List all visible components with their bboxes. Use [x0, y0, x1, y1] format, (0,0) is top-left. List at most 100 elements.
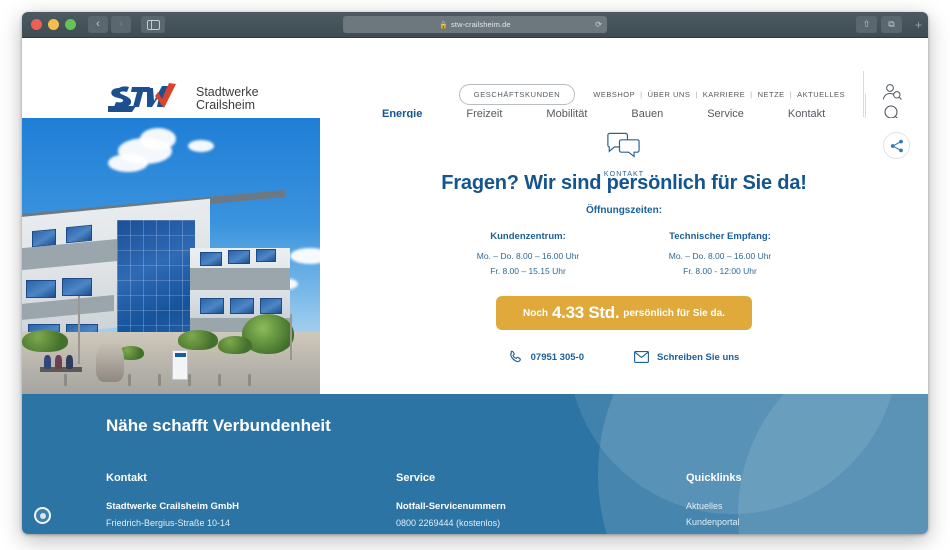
utility-link-aktuelles[interactable]: AKTUELLES [797, 90, 845, 99]
mail-link-label: Schreiben Sie uns [656, 351, 740, 363]
user-account-button[interactable] [882, 83, 902, 106]
utility-link-netze[interactable]: NETZE [758, 90, 785, 99]
footer-column-heading: Quicklinks [686, 472, 742, 484]
info-sign [172, 350, 188, 380]
cta-suffix: persönlich für Sie da. [623, 307, 725, 319]
window-pane [230, 298, 254, 314]
business-customers-button[interactable]: GESCHÄFTSKUNDEN [458, 83, 576, 105]
utility-links: WEBSHOP | ÜBER UNS | KARRIERE | NETZE | … [593, 90, 845, 99]
bollard-shape [188, 374, 191, 386]
share-button[interactable] [883, 132, 910, 159]
footer-column-service: Service Notfall-Servicenummern 0800 2269… [396, 472, 686, 531]
bollard-shape [218, 374, 221, 386]
phone-link[interactable]: 07951 305-0 [509, 350, 584, 364]
hero-content: KONTAKT Fragen? Wir sind persönlich für … [320, 118, 928, 394]
window-pane [200, 298, 224, 314]
hours-line: Fr. 8.00 - 12:00 Uhr [683, 266, 757, 276]
sidebar-icon [146, 19, 160, 30]
address-bar[interactable]: 🔒 stw-crailsheim.de ⟳ [343, 16, 607, 33]
bollard-shape [128, 374, 131, 386]
utility-separator: | [789, 89, 793, 99]
share-icon [890, 139, 903, 152]
user-icon [883, 83, 902, 100]
availability-cta-button[interactable]: Noch 4.33 Std. persönlich für Sie da. [496, 296, 752, 330]
company-address: Friedrich-Bergius-Straße 10-14 [106, 518, 231, 528]
hero-section: KONTAKT Fragen? Wir sind persönlich für … [22, 118, 928, 394]
company-name: Stadtwerke Crailsheim GmbH [106, 501, 240, 512]
utility-link-karriere[interactable]: KARRIERE [703, 90, 745, 99]
hours-title: Kundenzentrum: [490, 231, 566, 242]
page-viewport: Stadtwerke Crailsheim GESCHÄFTSKUNDEN WE… [22, 38, 928, 534]
hours-line: Fr. 8.00 – 15.15 Uhr [490, 266, 566, 276]
utility-separator: | [640, 89, 643, 99]
utility-separator: | [750, 89, 753, 99]
person-shape [66, 355, 73, 369]
forward-button[interactable]: › [111, 16, 131, 33]
site-footer: Nähe schafft Verbundenheit Kontakt Stadt… [22, 394, 928, 534]
mail-link[interactable]: Schreiben Sie uns [634, 351, 739, 363]
cloud-shape [188, 140, 214, 152]
hours-line: Mo. – Do. 8.00 – 16.00 Uhr [668, 251, 772, 261]
utility-link-webshop[interactable]: WEBSHOP [593, 90, 635, 99]
back-button[interactable]: ‹ [88, 16, 108, 33]
bush-shape [218, 336, 252, 354]
stw-logo-icon [108, 83, 176, 112]
lamp-post [78, 296, 80, 364]
envelope-icon [634, 351, 649, 363]
hours-title: Technischer Empfang: [669, 231, 771, 242]
window-pane [62, 278, 92, 296]
url-text: stw-crailsheim.de [451, 20, 511, 29]
hero-title: Fragen? Wir sind persönlich für Sie da! [441, 172, 807, 194]
bush-shape [178, 330, 218, 350]
bollard-shape [64, 374, 67, 386]
window-pane [32, 228, 56, 248]
logo-line-2: Crailsheim [196, 98, 256, 112]
bollard-shape [158, 374, 161, 386]
maximize-window-button[interactable] [65, 19, 76, 30]
person-shape [55, 355, 62, 369]
window-pane [26, 280, 56, 298]
header-divider [863, 71, 864, 117]
window-pane [260, 298, 282, 314]
phone-icon [509, 350, 521, 363]
footer-column-heading: Service [396, 472, 436, 484]
window-controls[interactable] [31, 19, 76, 30]
emergency-number: 0800 2269444 (kostenlos) [396, 518, 501, 528]
quicklink-kundenportal[interactable]: Kundenportal [686, 514, 742, 530]
cookie-settings-button[interactable] [34, 507, 51, 524]
footer-column-kontakt: Kontakt Stadtwerke Crailsheim GmbH Fried… [106, 472, 396, 531]
opening-hours-table: Kundenzentrum: Mo. – Do. 8.00 – 16.00 Uh… [320, 231, 928, 279]
window-pane [228, 250, 250, 264]
footer-column-quicklinks: Quicklinks Aktuelles Kundenportal [686, 472, 742, 531]
close-window-button[interactable] [31, 19, 42, 30]
window-pane [66, 224, 92, 244]
logo-line-1: Stadtwerke [196, 84, 259, 99]
cloud-shape [108, 154, 148, 172]
lock-icon: 🔒 [439, 21, 449, 29]
phone-number: 07951 305-0 [530, 351, 584, 363]
sculpture-rock [96, 342, 124, 382]
contact-links: 07951 305-0 Schreiben Sie uns [320, 350, 928, 364]
minimize-window-button[interactable] [48, 19, 59, 30]
logo-wordmark: Stadtwerke Crailsheim [196, 84, 259, 113]
facade-band [190, 268, 290, 290]
cta-prefix: Noch [523, 307, 549, 319]
utility-link-ueber-uns[interactable]: ÜBER UNS [648, 90, 691, 99]
site-logo[interactable]: Stadtwerke Crailsheim [106, 82, 259, 116]
hours-column-technischer-empfang: Technischer Empfang: Mo. – Do. 8.00 – 16… [645, 231, 795, 279]
sidebar-toggle-button[interactable] [141, 16, 165, 33]
reload-button[interactable]: ⟳ [595, 20, 602, 29]
site-header: Stadtwerke Crailsheim GESCHÄFTSKUNDEN WE… [22, 38, 928, 133]
chat-bubble-icon [607, 132, 640, 158]
lamp-post [290, 314, 292, 360]
footer-claim: Nähe schafft Verbundenheit [106, 416, 331, 435]
new-tab-button[interactable]: + [915, 18, 922, 32]
window-pane [200, 252, 222, 266]
bollard-shape [248, 374, 251, 386]
hours-line: Mo. – Do. 8.00 – 16.00 Uhr [476, 251, 580, 261]
browser-share-button[interactable]: ⇧ [856, 16, 877, 33]
show-tabs-button[interactable]: ⧉ [881, 16, 902, 33]
quicklink-aktuelles[interactable]: Aktuelles [686, 498, 742, 514]
bush-shape [22, 330, 68, 352]
hours-column-kundenzentrum: Kundenzentrum: Mo. – Do. 8.00 – 16.00 Uh… [453, 231, 603, 279]
